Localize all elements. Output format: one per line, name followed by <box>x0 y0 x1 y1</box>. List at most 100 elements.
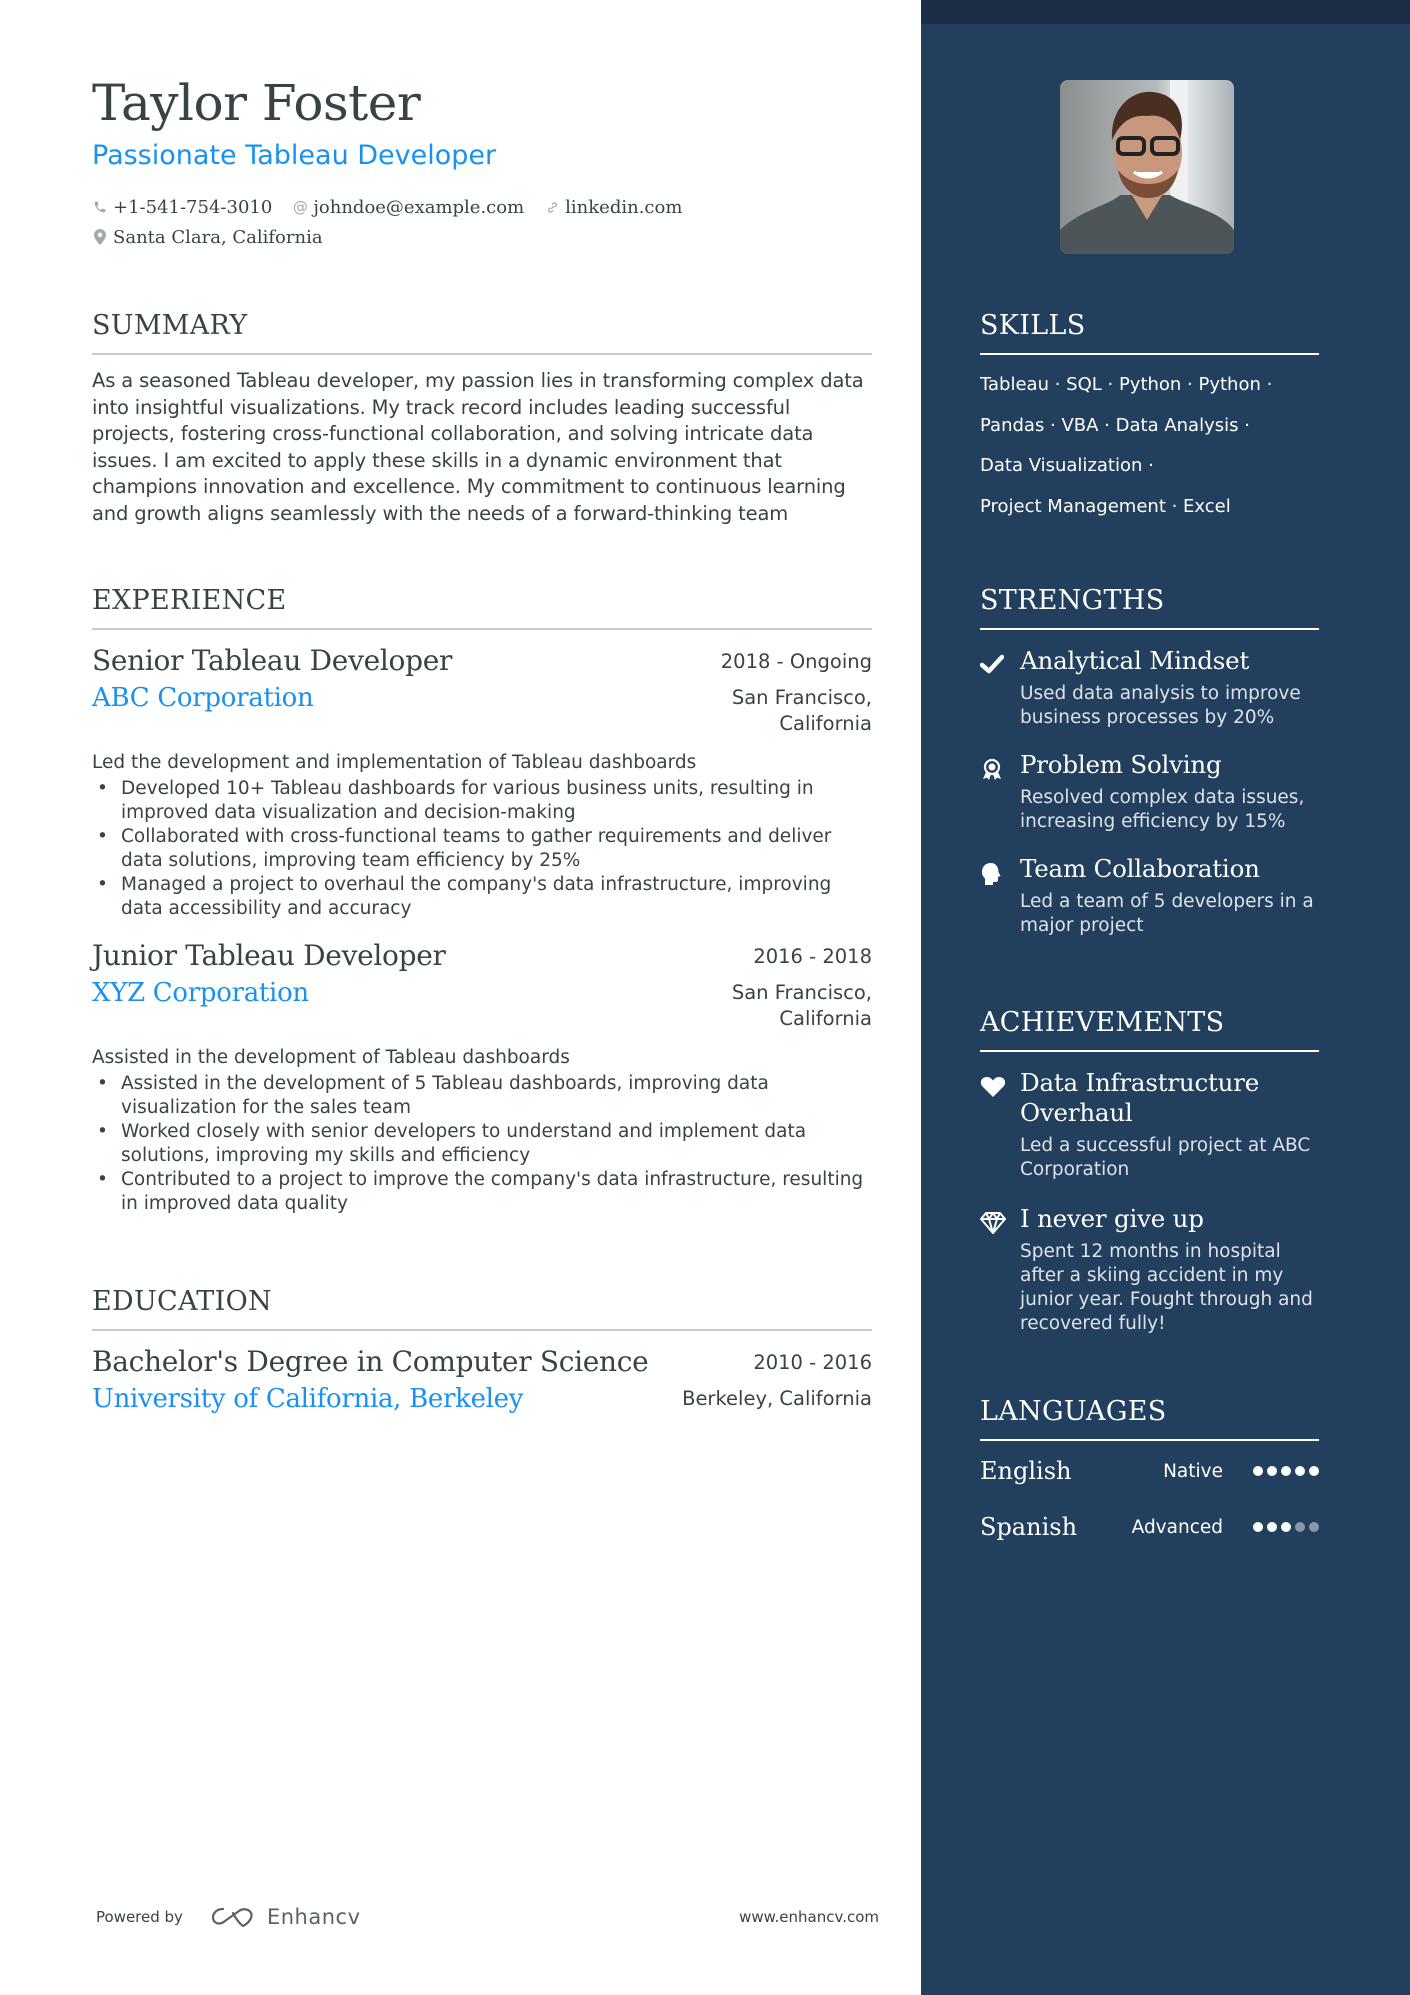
achievements-heading: ACHIEVEMENTS <box>980 1007 1319 1052</box>
rating-dot-empty <box>1309 1522 1319 1532</box>
footer-website[interactable]: www.enhancv.com <box>739 1908 879 1926</box>
skills-line: Project Management · Excel <box>980 495 1231 517</box>
job-description: Led the development and implementation o… <box>92 752 697 773</box>
skills-section: SKILLS Tableau · SQL · Python · Python ·… <box>980 310 1319 527</box>
link-icon <box>544 200 560 215</box>
degree: Bachelor's Degree in Computer Science <box>92 1345 649 1378</box>
phone-text: +1-541-754-3010 <box>113 196 273 218</box>
job-company: XYZ Corporation <box>92 978 309 1008</box>
achievement-title: I never give up <box>1020 1204 1204 1233</box>
contact-link[interactable]: linkedin.com <box>544 197 682 218</box>
contact-phone: +1-541-754-3010 <box>92 197 272 218</box>
achievement-item: I never give up Spent 12 months in hospi… <box>980 1204 1319 1336</box>
language-item: English Native <box>980 1453 1319 1489</box>
location-text: Santa Clara, California <box>113 226 323 248</box>
job-description: Assisted in the development of Tableau d… <box>92 1047 570 1068</box>
job-location: San Francisco, California <box>731 981 872 1030</box>
powered-by-label: Powered by <box>96 1908 183 1926</box>
education-section: EDUCATION Bachelor's Degree in Computer … <box>92 1286 872 1414</box>
profile-photo <box>1060 80 1234 254</box>
language-item: Spanish Advanced <box>980 1509 1319 1545</box>
skills-line: Data Visualization · <box>980 455 1154 476</box>
award-icon <box>980 750 1020 834</box>
at-icon: @ <box>292 198 308 216</box>
job-title: Senior Tableau Developer <box>92 644 453 677</box>
enhancv-brand: Enhancv <box>266 1905 361 1929</box>
school: University of California, Berkeley <box>92 1384 524 1414</box>
job-bullet: Developed 10+ Tableau dashboards for var… <box>92 777 872 825</box>
heart-icon <box>980 1068 1020 1182</box>
phone-icon <box>92 200 108 214</box>
contact-email[interactable]: @ johndoe@example.com <box>292 197 524 218</box>
strength-title: Problem Solving <box>1020 750 1222 779</box>
job-bullet: Assisted in the development of 5 Tableau… <box>92 1072 872 1120</box>
location-pin-icon <box>92 229 108 245</box>
rating-dot-filled <box>1295 1466 1305 1476</box>
job-bullet: Managed a project to overhaul the compan… <box>92 873 872 921</box>
job-bullets: Assisted in the development of 5 Tableau… <box>92 1072 872 1216</box>
sidebar: SKILLS Tableau · SQL · Python · Python ·… <box>921 0 1410 1995</box>
enhancv-logo-icon <box>211 1907 253 1928</box>
rating-dot-filled <box>1253 1466 1263 1476</box>
languages-section: LANGUAGES English Native Spanish Advance… <box>980 1396 1319 1545</box>
diamond-icon <box>980 1204 1020 1336</box>
rating-dot-filled <box>1281 1522 1291 1532</box>
rating-dot-filled <box>1267 1522 1277 1532</box>
education-heading: EDUCATION <box>92 1286 872 1331</box>
job-entry: Junior Tableau Developer 2016 - 2018 XYZ… <box>92 939 872 1216</box>
job-dates: 2016 - 2018 <box>753 945 872 968</box>
strength-item: Team Collaboration Led a team of 5 devel… <box>980 854 1319 938</box>
strength-description: Resolved complex data issues, increasing… <box>1020 787 1305 832</box>
education-dates: 2010 - 2016 <box>753 1351 872 1374</box>
strength-item: Analytical Mindset Used data analysis to… <box>979 646 1319 730</box>
job-title: Junior Tableau Developer <box>92 939 446 972</box>
check-icon <box>979 646 1020 730</box>
rating-dot-filled <box>1281 1466 1291 1476</box>
strengths-section: STRENGTHS Analytical Mindset Used data a… <box>979 585 1319 938</box>
language-name: Spanish <box>980 1513 1078 1541</box>
languages-heading: LANGUAGES <box>980 1396 1319 1441</box>
email-text[interactable]: johndoe@example.com <box>313 197 524 218</box>
job-company: ABC Corporation <box>92 683 314 713</box>
achievement-title: Data Infrastructure Overhaul <box>1020 1068 1259 1127</box>
summary-text: As a seasoned Tableau developer, my pass… <box>92 369 864 525</box>
language-level: Advanced <box>1131 1516 1223 1538</box>
job-bullet: Worked closely with senior developers to… <box>92 1120 872 1168</box>
achievements-section: ACHIEVEMENTS Data Infrastructure Overhau… <box>980 1007 1319 1336</box>
contact-info: +1-541-754-3010 @ johndoe@example.com li… <box>92 192 702 252</box>
candidate-title: Passionate Tableau Developer <box>92 140 497 171</box>
language-rating <box>1253 1466 1319 1476</box>
achievement-description: Spent 12 months in hospital after a skii… <box>1020 1241 1313 1334</box>
experience-heading: EXPERIENCE <box>92 585 872 630</box>
summary-heading: SUMMARY <box>92 310 872 355</box>
candidate-name: Taylor Foster <box>92 74 421 132</box>
strength-title: Analytical Mindset <box>1020 646 1250 675</box>
language-rating <box>1253 1522 1319 1532</box>
footer: Powered by Enhancv www.enhancv.com <box>96 1900 879 1934</box>
contact-location: Santa Clara, California <box>92 227 323 248</box>
skills-line: Tableau · SQL · Python · Python · <box>980 374 1273 395</box>
strengths-heading: STRENGTHS <box>980 585 1319 630</box>
skills-line: Pandas · VBA · Data Analysis · <box>980 414 1250 436</box>
rating-dot-filled <box>1309 1466 1319 1476</box>
strength-description: Used data analysis to improve business p… <box>1020 683 1301 728</box>
strength-title: Team Collaboration <box>1020 854 1260 883</box>
achievement-description: Led a successful project at ABC Corporat… <box>1020 1135 1311 1180</box>
strength-item: Problem Solving Resolved complex data is… <box>980 750 1319 834</box>
strength-description: Led a team of 5 developers in a major pr… <box>1020 891 1314 936</box>
link-text[interactable]: linkedin.com <box>565 197 682 218</box>
avatar-illustration <box>1060 80 1234 254</box>
language-level: Native <box>1163 1460 1223 1482</box>
achievement-item: Data Infrastructure Overhaul Led a succe… <box>980 1068 1319 1182</box>
rating-dot-empty <box>1295 1522 1305 1532</box>
sidebar-top-bar <box>921 0 1410 24</box>
job-dates: 2018 - Ongoing <box>720 650 872 673</box>
education-location: Berkeley, California <box>682 1387 872 1410</box>
skills-heading: SKILLS <box>980 310 1319 355</box>
enhancv-logo[interactable]: Enhancv <box>209 1905 361 1929</box>
job-bullet: Collaborated with cross-functional teams… <box>92 825 872 873</box>
education-entry: Bachelor's Degree in Computer Science 20… <box>92 1345 872 1414</box>
summary-section: SUMMARY As a seasoned Tableau developer,… <box>92 310 872 527</box>
rating-dot-filled <box>1267 1466 1277 1476</box>
job-location: San Francisco, California <box>731 686 872 735</box>
